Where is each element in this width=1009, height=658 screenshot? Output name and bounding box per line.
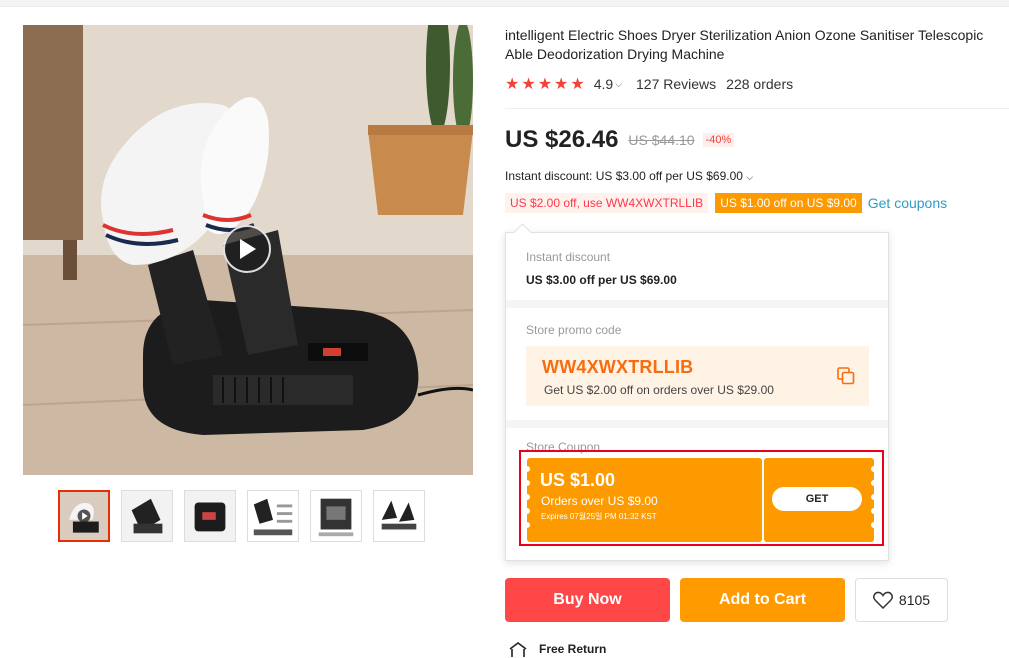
thumbnail-image xyxy=(374,491,424,541)
coupon-action: GET xyxy=(764,458,877,542)
coupon-expiry: Expires 07월25일 PM 01:32 KST xyxy=(541,512,657,521)
store-coupon-card: US $1.00 Orders over US $9.00 Expires 07… xyxy=(519,450,884,546)
instant-discount-toggle[interactable]: Instant discount: US $3.00 off per US $6… xyxy=(505,169,753,183)
star-rating: ★ ★ ★ ★ ★ xyxy=(505,74,586,94)
thumbnail-6[interactable] xyxy=(373,490,425,542)
heart-icon xyxy=(872,591,893,609)
coupon-tags-row: US $2.00 off, use WW4XWXTRLLIB US $1.00 … xyxy=(505,193,947,213)
buy-now-button[interactable]: Buy Now xyxy=(505,578,670,622)
thumbnail-image xyxy=(60,492,108,540)
top-bar xyxy=(0,0,1009,7)
coupon-notch xyxy=(524,522,530,528)
rating-value[interactable]: 4.9 xyxy=(594,76,613,92)
add-to-cart-button[interactable]: Add to Cart xyxy=(680,578,845,622)
chevron-down-icon[interactable]: ⌵ xyxy=(615,79,622,90)
free-return-row: Free Return xyxy=(507,641,606,657)
play-video-button[interactable] xyxy=(223,225,271,273)
divider xyxy=(505,108,1009,109)
thumbnail-3[interactable] xyxy=(184,490,236,542)
thumbnail-strip xyxy=(58,490,425,542)
thumbnail-1[interactable] xyxy=(58,490,110,542)
wishlist-count: 8105 xyxy=(898,592,931,608)
store-coupon-tag[interactable]: US $1.00 off on US $9.00 xyxy=(715,193,862,213)
coupon-amount: US $1.00 xyxy=(540,470,616,490)
store-promo-code-label: Store promo code xyxy=(526,323,622,337)
copy-icon[interactable] xyxy=(837,367,855,385)
promo-code: WW4XWXTRLLIB xyxy=(542,357,694,377)
current-price: US $26.46 xyxy=(505,126,619,153)
get-coupon-button[interactable]: GET xyxy=(772,487,862,511)
discount-badge: -40% xyxy=(702,133,735,147)
promo-code-box[interactable]: WW4XWXTRLLIB Get US $2.00 off on orders … xyxy=(526,346,869,406)
coupons-popup: Instant discount US $3.00 off per US $69… xyxy=(505,223,889,561)
coupon-notch xyxy=(871,466,877,472)
reviews-link[interactable]: 127 Reviews xyxy=(636,76,716,92)
coupon-info: US $1.00 Orders over US $9.00 Expires 07… xyxy=(524,458,762,542)
product-title: intelligent Electric Shoes Dryer Sterili… xyxy=(505,27,984,62)
coupon-notch xyxy=(871,522,877,528)
star-icon: ★ xyxy=(554,76,570,93)
coupon-notch xyxy=(524,494,530,500)
thumbnail-4[interactable] xyxy=(247,490,299,542)
promo-code-tag[interactable]: US $2.00 off, use WW4XWXTRLLIB xyxy=(505,193,709,213)
star-icon: ★ xyxy=(505,76,521,93)
coupon-notch xyxy=(524,480,530,486)
thumbnail-5[interactable] xyxy=(310,490,362,542)
section-divider xyxy=(506,420,888,428)
orders-count: 228 orders xyxy=(726,76,794,92)
coupon-notch xyxy=(871,508,877,514)
free-return-label: Free Return xyxy=(539,642,607,656)
original-price: US $44.10 xyxy=(628,132,695,148)
instant-discount-label: Instant discount xyxy=(526,250,611,264)
get-coupons-link[interactable]: Get coupons xyxy=(868,195,947,211)
thumbnail-2[interactable] xyxy=(121,490,173,542)
play-icon xyxy=(240,239,256,259)
thumbnail-image xyxy=(248,491,298,541)
chevron-down-icon: ⌵ xyxy=(746,172,754,182)
coupon-notch xyxy=(871,494,877,500)
star-icon: ★ xyxy=(570,76,586,93)
return-icon xyxy=(509,642,527,657)
coupon-notch xyxy=(524,466,530,472)
promo-code-description: Get US $2.00 off on orders over US $29.0… xyxy=(544,383,774,397)
popup-arrow xyxy=(513,223,532,242)
section-divider xyxy=(506,300,888,308)
price-row: US $26.46 US $44.10 -40% xyxy=(505,126,735,154)
thumbnail-image xyxy=(311,491,361,541)
coupon-notch xyxy=(524,508,530,514)
coupon-notch xyxy=(871,480,877,486)
main-product-image[interactable] xyxy=(23,25,473,475)
star-icon: ★ xyxy=(521,76,537,93)
coupon-condition: Orders over US $9.00 xyxy=(541,494,658,508)
thumbnail-image xyxy=(185,491,235,541)
instant-discount-text: Instant discount: US $3.00 off per US $6… xyxy=(505,169,743,183)
instant-discount-value: US $3.00 off per US $69.00 xyxy=(526,273,677,287)
star-icon: ★ xyxy=(537,76,554,93)
thumbnail-image xyxy=(122,491,172,541)
rating-row: ★ ★ ★ ★ ★ 4.9 ⌵ 127 Reviews 228 orders xyxy=(505,75,793,93)
wishlist-button[interactable]: 8105 xyxy=(855,578,948,622)
